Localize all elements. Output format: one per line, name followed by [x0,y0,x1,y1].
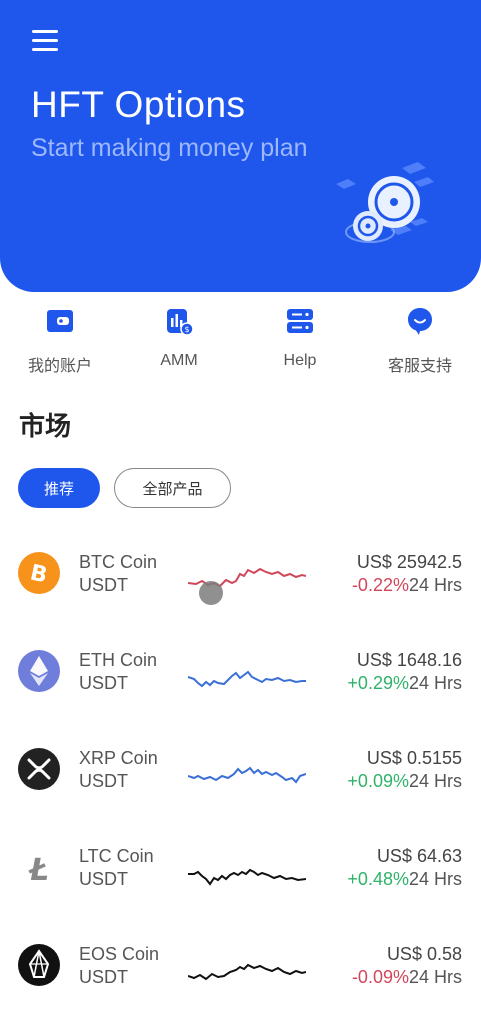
coin-quote: USDT [79,771,128,791]
chat-bubble-icon [408,308,432,335]
xrp-icon [18,748,60,790]
coin-row-eos[interactable]: EOS Coin USDT US$ 0.58 -0.09%24 Hrs [0,930,481,1000]
app-subtitle: Start making money plan [31,134,308,162]
market-title: 市场 [19,411,72,441]
coin-name: BTC Coin [79,552,158,572]
eos-icon [18,944,60,986]
coin-period: 24 Hrs [408,673,462,693]
coin-name: LTC Coin [79,846,154,866]
coin-row-xrp[interactable]: XRP Coin USDT US$ 0.5155 +0.09%24 Hrs [0,734,481,804]
touch-indicator [199,581,223,605]
coin-period: 24 Hrs [408,869,462,889]
tab-recommended[interactable]: 推荐 [18,468,100,508]
coin-change-line: +0.29%24 Hrs [347,673,462,694]
coin-row-ltc[interactable]: Ł LTC Coin USDT US$ 64.63 +0.48%24 Hrs [0,832,481,902]
coin-change-line: -0.09%24 Hrs [352,967,462,988]
svg-text:Ł: Ł [28,853,49,888]
svg-text:$: $ [184,325,189,334]
sparkline-chart [188,766,306,784]
coin-change: -0.09% [351,967,409,987]
wallet-icon [47,310,73,332]
ethereum-icon [18,650,60,692]
quick-actions: 我的账户 $ AMM Help 客服支持 [0,306,481,386]
coin-quote: USDT [79,869,128,889]
quick-action-customer-support[interactable]: 客服支持 [370,306,470,376]
coin-period: 24 Hrs [408,575,462,595]
sparkline-chart [188,963,306,981]
robot-icon: $ [167,309,194,336]
quick-action-label: Help [283,352,317,369]
coin-change: -0.22% [351,575,409,595]
quick-action-amm[interactable]: $ AMM [129,306,229,370]
coin-name: EOS Coin [79,944,160,964]
coin-change: +0.29% [347,673,409,693]
sparkline-chart [188,868,306,886]
coin-change-line: +0.48%24 Hrs [347,869,462,890]
coin-price: US$ 64.63 [376,846,462,866]
quick-action-my-account[interactable]: 我的账户 [10,306,110,376]
help-icon [287,309,313,333]
coin-period: 24 Hrs [408,771,462,791]
coin-quote: USDT [79,967,128,987]
litecoin-icon: Ł [28,853,49,888]
coin-price: US$ 0.58 [386,944,462,964]
coin-quote: USDT [79,673,128,693]
quick-action-label: 我的账户 [27,358,92,375]
bitcoin-icon: B [18,552,60,594]
coin-period: 24 Hrs [408,967,462,987]
coin-change: +0.09% [347,771,409,791]
coin-price: US$ 0.5155 [366,748,462,768]
coin-change-line: -0.22%24 Hrs [352,575,462,596]
coin-name: ETH Coin [79,650,158,670]
quick-action-label: 客服支持 [387,358,452,375]
app-title: HFT Options [31,84,246,125]
hamburger-menu-icon[interactable] [32,30,58,52]
sparkline-chart [188,670,306,688]
coin-quote: USDT [79,575,128,595]
tab-all-products[interactable]: 全部产品 [114,468,231,508]
hero-banner: HFT Options Start making money plan [0,0,481,292]
quick-action-help[interactable]: Help [250,306,350,370]
quick-action-label: AMM [160,352,198,369]
hero-illustration [336,162,434,243]
coin-name: XRP Coin [79,748,158,768]
coin-row-btc[interactable]: B BTC Coin USDT US$ 25942.5 -0.22%24 Hrs [0,538,481,608]
coin-change-line: +0.09%24 Hrs [347,771,462,792]
coin-row-eth[interactable]: ETH Coin USDT US$ 1648.16 +0.29%24 Hrs [0,636,481,706]
coin-price: US$ 25942.5 [356,552,462,572]
coin-price: US$ 1648.16 [356,650,462,670]
coin-change: +0.48% [347,869,409,889]
